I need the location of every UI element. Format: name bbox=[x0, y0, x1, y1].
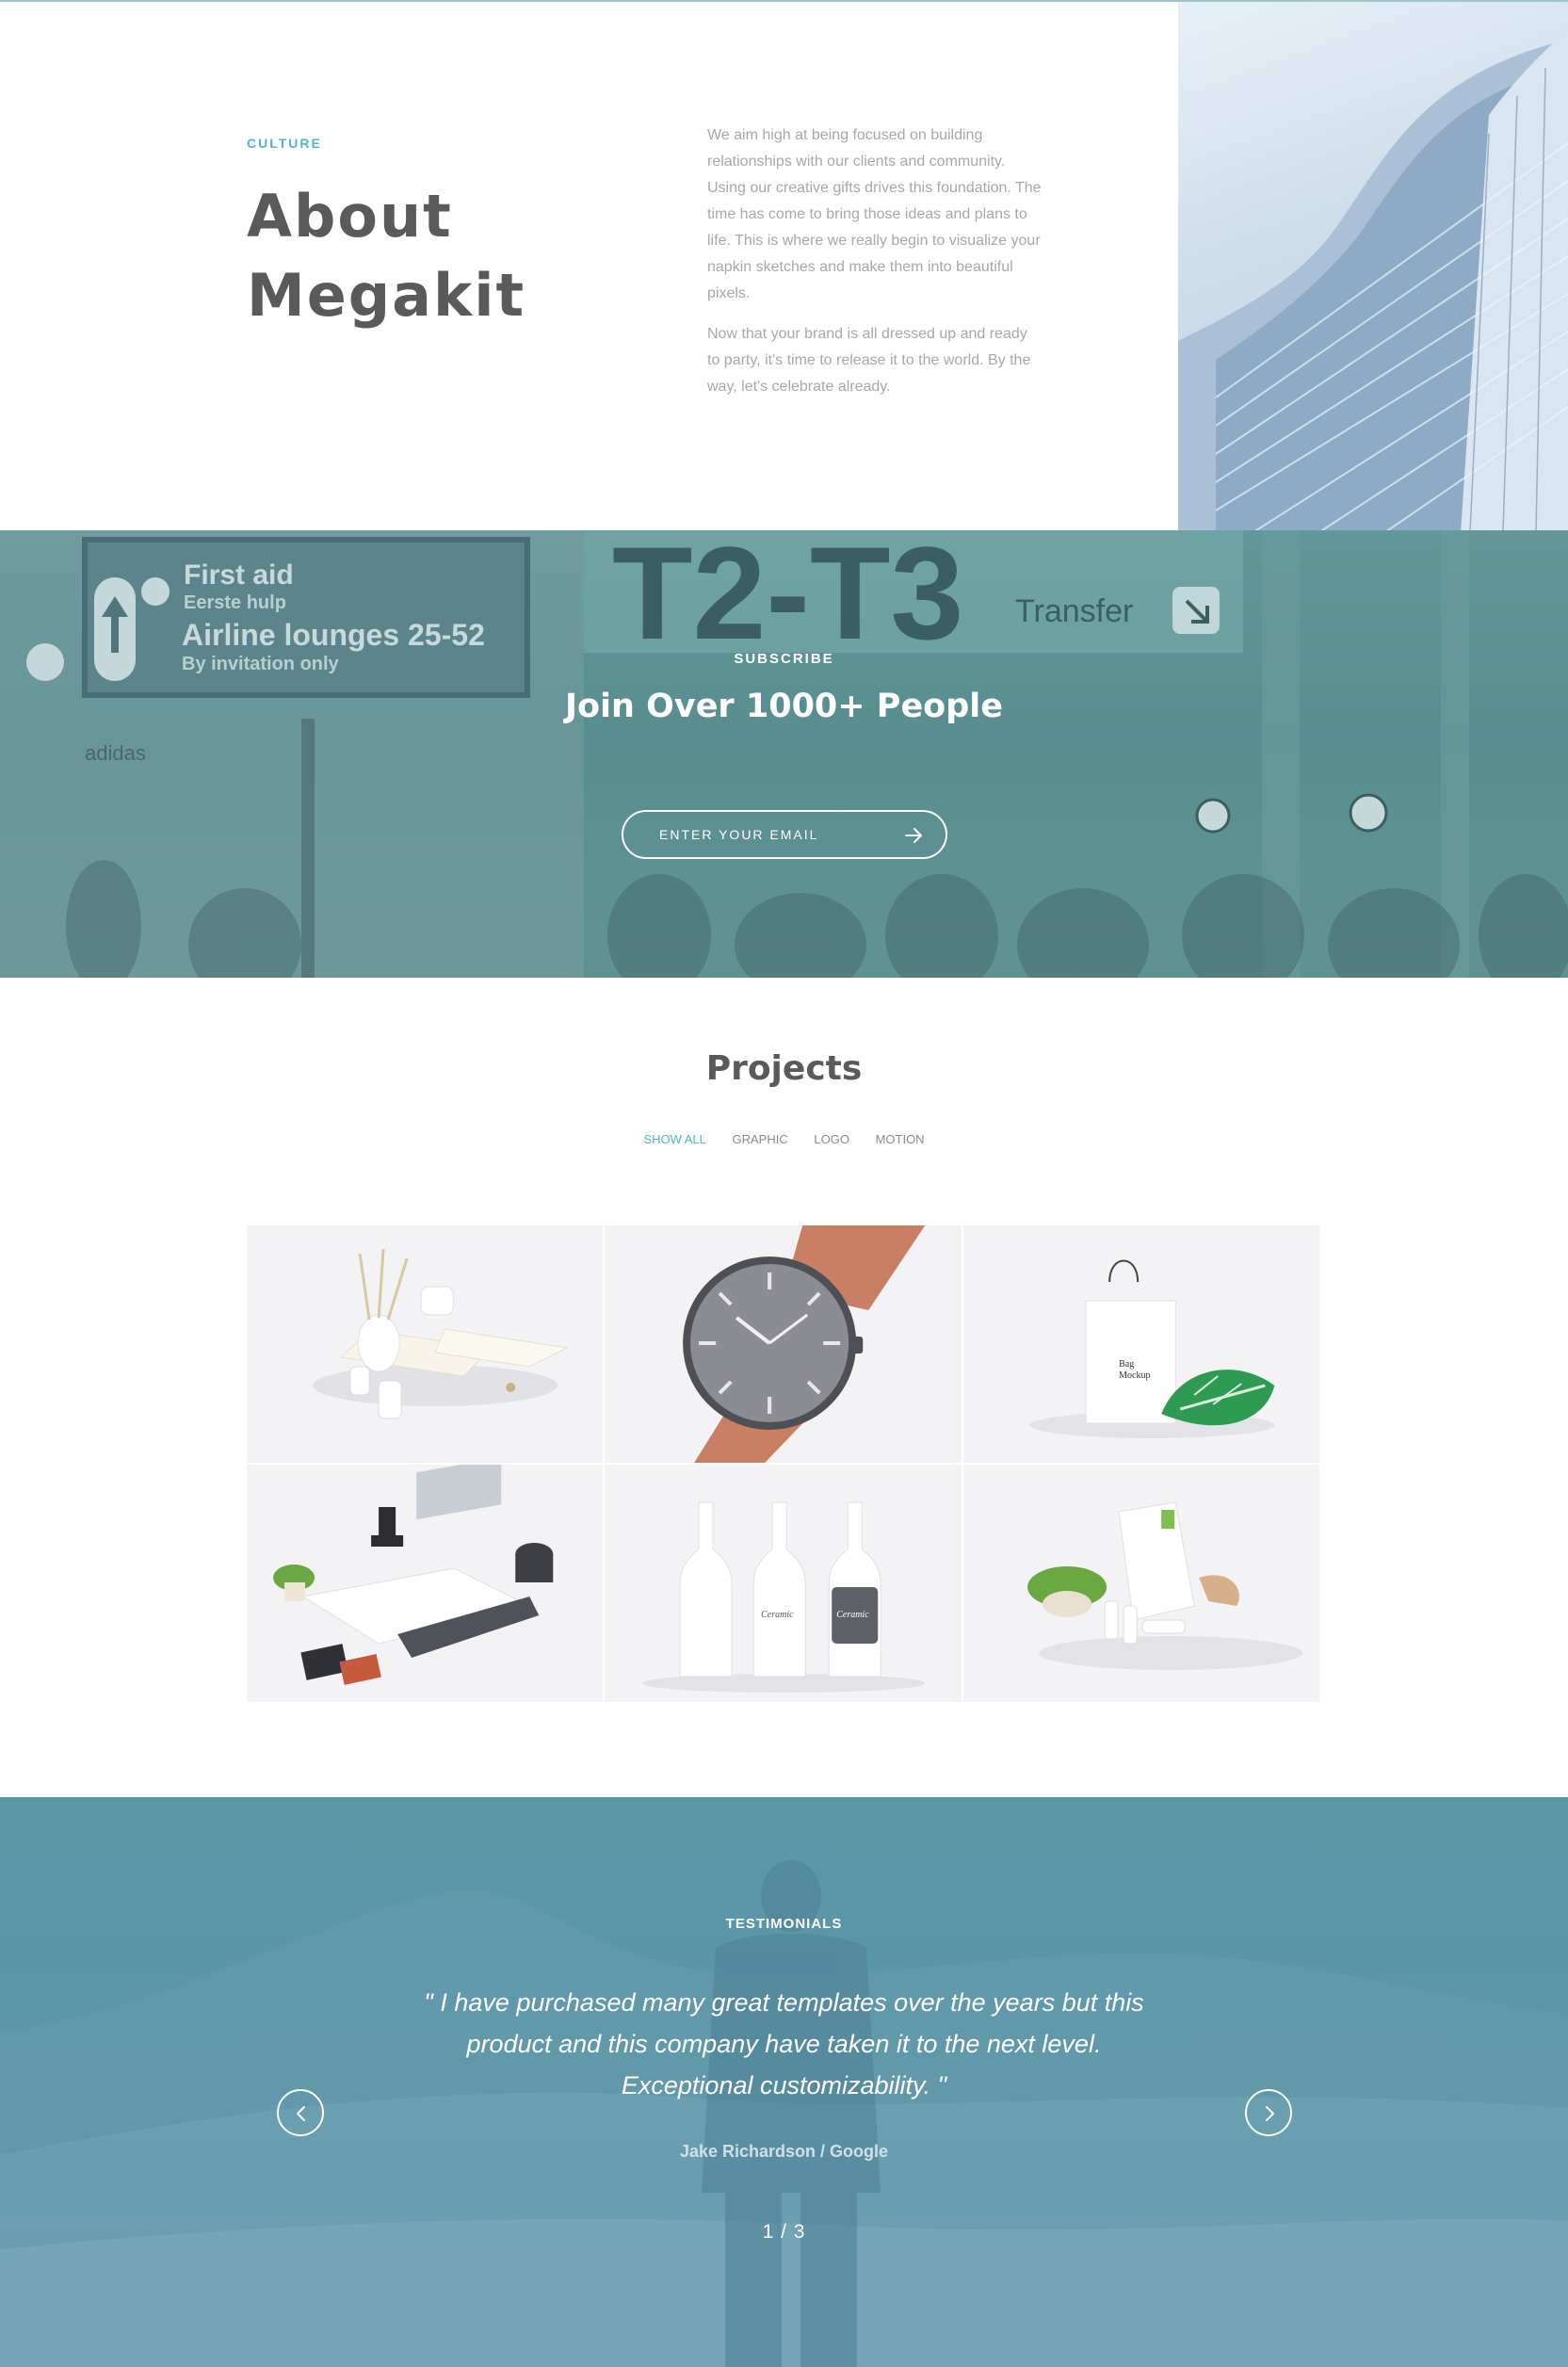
filter-show-all[interactable]: SHOW ALL bbox=[643, 1132, 705, 1146]
about-eyebrow: CULTURE bbox=[247, 136, 322, 151]
svg-text:Bag: Bag bbox=[1119, 1359, 1134, 1370]
building-image bbox=[1178, 2, 1568, 532]
project-tile-bag[interactable]: Bag Mockup bbox=[962, 1225, 1319, 1463]
testimonials-eyebrow: TESTIMONIALS bbox=[725, 1916, 843, 1932]
testimonials-section: TESTIMONIALS " I have purchased many gre… bbox=[0, 1797, 1568, 2367]
subscribe-title: Join Over 1000+ People bbox=[564, 688, 1004, 725]
project-tile-diffuser[interactable] bbox=[247, 1225, 604, 1463]
subscribe-eyebrow: SUBSCRIBE bbox=[734, 651, 834, 667]
project-tile-stationery[interactable] bbox=[247, 1465, 604, 1702]
chevron-left-icon bbox=[297, 2106, 305, 2121]
project-tile-coffee-bag[interactable] bbox=[962, 1465, 1319, 1702]
watch-mockup-image bbox=[605, 1225, 962, 1463]
about-text: We aim high at being focused on building… bbox=[707, 122, 1043, 400]
project-tile-watch[interactable] bbox=[605, 1225, 962, 1463]
filter-motion[interactable]: MOTION bbox=[876, 1132, 925, 1146]
coffee-bag-mockup-image bbox=[962, 1465, 1319, 1702]
testimonial-pager: 1 / 3 bbox=[762, 2221, 806, 2243]
submit-arrow-button[interactable] bbox=[900, 822, 927, 849]
next-testimonial-button[interactable] bbox=[1245, 2089, 1292, 2136]
filter-graphic[interactable]: GRAPHIC bbox=[733, 1132, 788, 1146]
arrow-right-icon bbox=[905, 828, 922, 843]
testimonial-author: Jake Richardson / Google bbox=[679, 2142, 889, 2161]
stationery-mockup-image bbox=[247, 1465, 604, 1702]
diffuser-mockup-image bbox=[247, 1225, 604, 1463]
about-paragraph-2: Now that your brand is all dressed up an… bbox=[707, 326, 1031, 395]
bottles-mockup-image: Ceramic Ceramic bbox=[605, 1465, 962, 1702]
filter-logo[interactable]: LOGO bbox=[814, 1132, 849, 1146]
project-filters: SHOW ALL GRAPHIC LOGO MOTION bbox=[0, 1132, 1568, 1146]
bag-mockup-image: Bag Mockup bbox=[962, 1225, 1319, 1463]
airport-background: First aid Eerste hulp Airline lounges 25… bbox=[0, 530, 1568, 978]
email-input[interactable] bbox=[659, 823, 895, 846]
svg-text:Ceramic: Ceramic bbox=[761, 1610, 794, 1620]
chevron-right-icon bbox=[1266, 2106, 1274, 2121]
about-title: About Megakit bbox=[247, 182, 526, 330]
project-tile-bottles[interactable]: Ceramic Ceramic bbox=[605, 1465, 962, 1702]
svg-text:Mockup: Mockup bbox=[1119, 1370, 1150, 1381]
prev-testimonial-button[interactable] bbox=[277, 2089, 324, 2136]
projects-title: Projects bbox=[705, 1049, 863, 1088]
email-form bbox=[622, 810, 947, 859]
subscribe-section: First aid Eerste hulp Airline lounges 25… bbox=[0, 530, 1568, 978]
svg-text:Ceramic: Ceramic bbox=[837, 1610, 870, 1620]
projects-grid: Bag Mockup Ceramic Ceramic bbox=[247, 1225, 1319, 1702]
about-paragraph-1: We aim high at being focused on building… bbox=[707, 127, 1042, 301]
testimonial-quote: " I have purchased many great templates … bbox=[424, 1988, 1144, 2099]
about-section: CULTURE About Megakit We aim high at bei… bbox=[0, 0, 1568, 532]
